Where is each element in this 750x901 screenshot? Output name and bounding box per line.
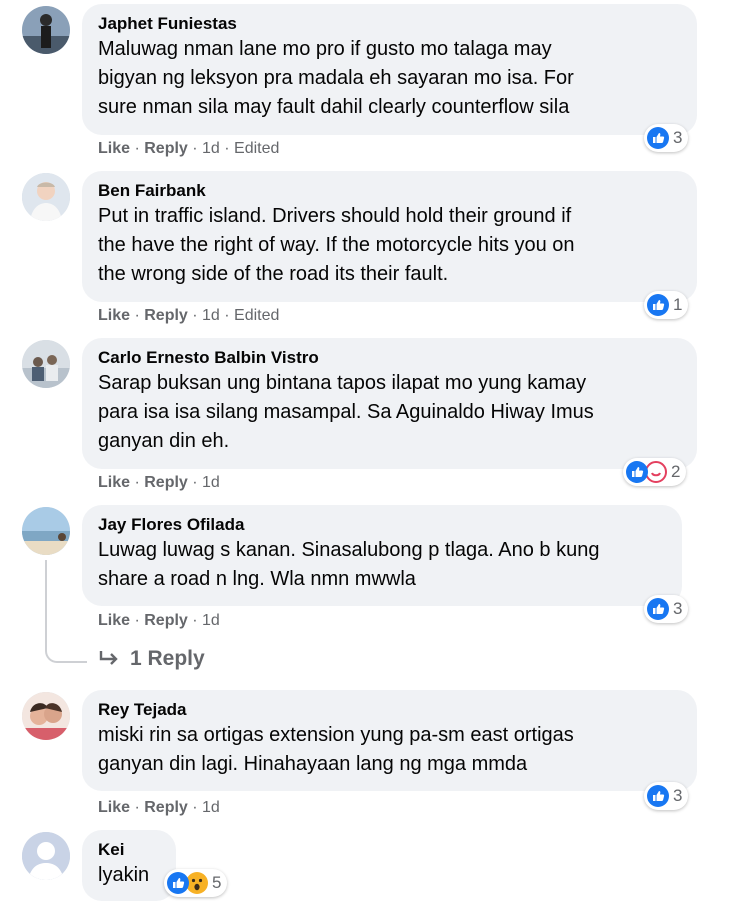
wow-icon xyxy=(186,872,208,894)
comment-text-line: Maluwag nman lane mo pro if gusto mo tal… xyxy=(98,38,552,60)
comment-text-line: Luwag luwag s kanan. Sinasalubong p tlag… xyxy=(98,539,600,561)
comment-text-line: share a road n lng. Wla nmn mwwla xyxy=(98,568,416,590)
comment-actions: Like · Reply · 1d xyxy=(98,799,220,816)
comment-bubble: Carlo Ernesto Balbin Vistro Sarap buksan… xyxy=(82,338,697,469)
reply-link[interactable]: Reply xyxy=(144,140,188,157)
avatar[interactable] xyxy=(22,340,70,388)
comment-actions: Like · Reply · 1d xyxy=(98,474,220,491)
timestamp[interactable]: 1d xyxy=(202,474,220,491)
reaction-summary[interactable]: 3 xyxy=(644,782,689,810)
reaction-count: 1 xyxy=(673,295,683,314)
reply-arrow-icon xyxy=(98,649,120,669)
reaction-summary[interactable]: 3 xyxy=(644,124,689,152)
comment-text-line: Put in traffic island. Drivers should ho… xyxy=(98,205,572,227)
comment-author[interactable]: Carlo Ernesto Balbin Vistro xyxy=(98,347,681,369)
comment-bubble: Ben Fairbank Put in traffic island. Driv… xyxy=(82,171,697,302)
reaction-count: 2 xyxy=(671,462,681,481)
reaction-summary[interactable]: 2 xyxy=(623,458,687,486)
avatar[interactable] xyxy=(22,6,70,54)
like-icon xyxy=(647,294,669,316)
like-icon xyxy=(167,872,189,894)
like-link[interactable]: Like xyxy=(98,799,130,816)
comment-actions: Like · Reply · 1d xyxy=(98,612,220,629)
reaction-count: 5 xyxy=(212,873,222,892)
like-link[interactable]: Like xyxy=(98,307,130,324)
comment-text-line: sure nman sila may fault dahil clearly c… xyxy=(98,96,570,118)
avatar[interactable] xyxy=(22,173,70,221)
reply-link[interactable]: Reply xyxy=(144,799,188,816)
comment-bubble: Rey Tejada miski rin sa ortigas extensio… xyxy=(82,690,697,791)
comment-actions: Like · Reply · 1d · Edited xyxy=(98,140,280,157)
comment-text-line: the have the right of way. If the motorc… xyxy=(98,234,575,256)
comment-author[interactable]: Ben Fairbank xyxy=(98,180,681,202)
comment-text-line: para isa isa silang masampal. Sa Aguinal… xyxy=(98,401,594,423)
comment-bubble: Japhet Funiestas Maluwag nman lane mo pr… xyxy=(82,4,697,135)
comment-text-line: miski rin sa ortigas extension yung pa-s… xyxy=(98,724,574,746)
edited-label: Edited xyxy=(234,140,280,157)
like-icon xyxy=(647,598,669,620)
reaction-count: 3 xyxy=(673,786,683,805)
reaction-summary[interactable]: 1 xyxy=(644,291,689,319)
reaction-count: 3 xyxy=(673,599,683,618)
timestamp[interactable]: 1d xyxy=(202,799,220,816)
avatar[interactable] xyxy=(22,507,70,555)
reaction-summary[interactable]: 5 xyxy=(164,869,228,897)
avatar[interactable] xyxy=(22,832,70,880)
comment-actions: Like · Reply · 1d · Edited xyxy=(98,307,280,324)
comment-text-line: ganyan din lagi. Hinahayaan lang ng mga … xyxy=(98,753,528,775)
view-replies-link[interactable]: 1 Reply xyxy=(98,647,205,671)
comment-author[interactable]: Japhet Funiestas xyxy=(98,13,681,35)
reaction-count: 3 xyxy=(673,128,683,147)
comment-text-line: lyakin xyxy=(98,864,150,886)
comment-author[interactable]: Kei xyxy=(98,839,160,861)
like-link[interactable]: Like xyxy=(98,474,130,491)
timestamp[interactable]: 1d xyxy=(202,307,220,324)
reply-link[interactable]: Reply xyxy=(144,474,188,491)
comment-text-line: the wrong side of the road its their fau… xyxy=(98,263,449,285)
avatar[interactable] xyxy=(22,692,70,740)
reply-link[interactable]: Reply xyxy=(144,612,188,629)
haha-icon xyxy=(645,461,667,483)
timestamp[interactable]: 1d xyxy=(202,612,220,629)
comment-text-line: ganyan din eh. xyxy=(98,430,230,452)
comment-author[interactable]: Rey Tejada xyxy=(98,699,681,721)
like-icon xyxy=(626,461,648,483)
comment-bubble: Jay Flores Ofilada Luwag luwag s kanan. … xyxy=(82,505,682,606)
comment-text-line: bigyan ng leksyon pra madala eh sayaran … xyxy=(98,67,574,89)
comment-bubble: Kei lyakin xyxy=(82,830,176,901)
like-link[interactable]: Like xyxy=(98,612,130,629)
edited-label: Edited xyxy=(234,307,280,324)
reaction-summary[interactable]: 3 xyxy=(644,595,689,623)
reply-link[interactable]: Reply xyxy=(144,307,188,324)
thread-connector xyxy=(45,560,87,663)
like-icon xyxy=(647,785,669,807)
timestamp[interactable]: 1d xyxy=(202,140,220,157)
comment-text-line: Sarap buksan ung bintana tapos ilapat mo… xyxy=(98,372,587,394)
like-icon xyxy=(647,127,669,149)
replies-count-label: 1 Reply xyxy=(130,647,205,670)
like-link[interactable]: Like xyxy=(98,140,130,157)
comment-author[interactable]: Jay Flores Ofilada xyxy=(98,514,666,536)
